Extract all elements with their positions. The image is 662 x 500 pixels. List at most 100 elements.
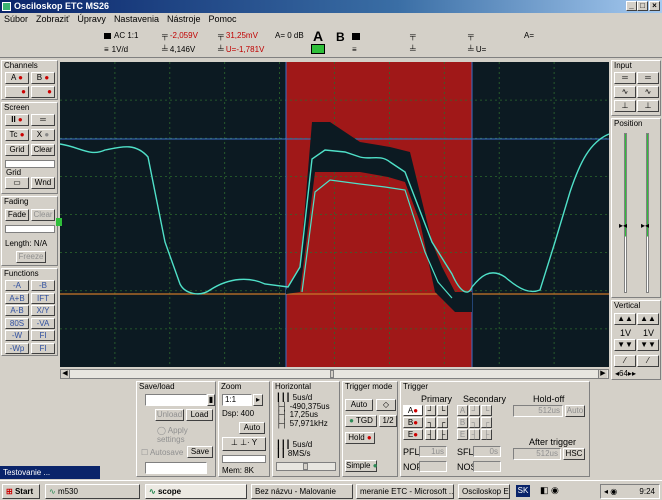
horizontal-scroll[interactable] [276, 462, 336, 471]
trigger-b-button[interactable]: B● [403, 417, 423, 428]
save-name-field[interactable] [145, 462, 207, 474]
lines-button[interactable]: ═ [31, 114, 55, 126]
secondary-b[interactable]: B [457, 417, 468, 428]
channel-a-button[interactable]: A ● [5, 72, 29, 84]
simple-button[interactable]: Simple ● [345, 460, 378, 472]
holdoff-auto-button[interactable]: Auto [565, 405, 585, 417]
function-button[interactable]: 80S [5, 317, 29, 329]
menu-upravy[interactable]: Úpravy [73, 13, 110, 25]
scroll-thumb[interactable] [330, 370, 334, 378]
function-button[interactable]: -Wp [5, 342, 29, 354]
channel-a-led[interactable]: ● [5, 86, 29, 98]
grid-button[interactable]: Grid [5, 144, 29, 156]
ground-marker[interactable] [56, 218, 62, 226]
position-slider-b[interactable] [646, 133, 649, 293]
secondary-fall[interactable]: └ [481, 405, 492, 416]
function-button[interactable]: IFT [31, 292, 55, 304]
vertical-nav[interactable]: ◂64▸▸ [615, 369, 636, 378]
start-button[interactable]: ⊞ Start [2, 484, 40, 499]
oscilloscope-screen[interactable] [59, 62, 610, 367]
save-file-field[interactable] [145, 394, 207, 406]
channel-b-indicator[interactable] [352, 33, 360, 40]
taskbar-item-m530[interactable]: ∿ m530 [45, 484, 140, 499]
input-dc-b[interactable]: ═ [637, 72, 659, 84]
menu-subor[interactable]: Súbor [0, 13, 32, 25]
vertical-up-b[interactable]: ▲▲ [637, 313, 659, 325]
function-button[interactable]: -W [5, 330, 29, 341]
secondary-rise[interactable]: ┘ [469, 405, 480, 416]
input-ac-b[interactable]: ∿ [637, 86, 659, 98]
channel-b-button[interactable]: B ● [31, 72, 55, 84]
primary-up[interactable]: ┐ [425, 417, 436, 428]
menu-nastroje[interactable]: Nástroje [163, 13, 205, 25]
clear-button[interactable]: Clear [31, 144, 55, 156]
primary-out[interactable]: ├ [437, 429, 448, 440]
nos-field[interactable] [473, 461, 501, 472]
position-thumb-b[interactable]: ▸◂ [641, 221, 649, 230]
taskbar-item-word[interactable]: meranie ETC - Microsoft ... [356, 484, 454, 499]
tc-button[interactable]: Tc ● [5, 129, 29, 141]
function-button[interactable]: A-B [5, 305, 29, 316]
autosave-checkbox[interactable]: ☐ Autosave [141, 448, 183, 457]
trigger-a-button[interactable]: A● [403, 405, 423, 416]
zoom-ratio-spinner[interactable]: ▸ [253, 394, 263, 406]
fade-clear-button[interactable]: Clear [31, 209, 55, 221]
save-button[interactable]: Save [187, 446, 213, 458]
apply-settings-checkbox[interactable]: ◯ Apply settings [157, 426, 215, 444]
vertical-zoom-b[interactable]: ⁄ [637, 355, 659, 367]
hold-button[interactable]: Hold ● [345, 432, 375, 444]
grid-slider[interactable] [5, 160, 55, 168]
vertical-zoom-a[interactable]: ⁄ [614, 355, 636, 367]
x-button[interactable]: X ● [31, 129, 55, 141]
scroll-right-arrow[interactable]: ▶ [598, 370, 607, 378]
quicklaunch-icons[interactable]: ◧ ◉ [540, 485, 559, 496]
taskbar-item-scope[interactable]: ∿ scope [145, 484, 247, 499]
after-trigger-field[interactable]: 512us [513, 448, 561, 460]
menu-nastavenia[interactable]: Nastavenia [110, 13, 163, 25]
function-button[interactable]: -A [5, 280, 29, 291]
input-gnd-b[interactable]: ⊥ [637, 100, 659, 112]
channel-a-indicator[interactable] [311, 44, 325, 54]
half-button[interactable]: 1/2 [379, 415, 397, 427]
sfl-field[interactable]: 0s [473, 446, 501, 457]
close-button[interactable]: × [649, 1, 660, 11]
scroll-left-arrow[interactable]: ◀ [61, 370, 70, 378]
input-gnd-a[interactable]: ⊥ [614, 100, 636, 112]
taskbar-item-oscilloscope[interactable]: Osciloskop ETC M... [458, 484, 510, 499]
fade-slider[interactable] [5, 225, 55, 233]
pfl-field[interactable]: 1us [419, 446, 447, 457]
function-button[interactable]: -VA [31, 317, 55, 329]
tgd-button[interactable]: ● TGD [345, 415, 377, 427]
load-button[interactable]: Load [186, 409, 213, 421]
vertical-down-b[interactable]: ▼▼ [637, 339, 659, 351]
trigger-e-button[interactable]: E● [403, 429, 423, 440]
primary-rise[interactable]: ┘ [425, 405, 436, 416]
zoom-slider[interactable] [222, 455, 266, 463]
grid-wnd-button[interactable]: ▭ [5, 177, 29, 189]
clock[interactable]: 9:24 [639, 487, 655, 496]
menu-pomoc[interactable]: Pomoc [204, 13, 240, 25]
zoom-cursor-buttons[interactable]: ⊥ ⊥· Y [222, 437, 266, 451]
function-button[interactable]: A+B [5, 292, 29, 304]
primary-fall[interactable]: └ [437, 405, 448, 416]
zoom-ratio-field[interactable]: 1:1 [222, 394, 252, 406]
wnd-button[interactable]: Wnd [31, 177, 55, 189]
nop-field[interactable] [419, 461, 447, 472]
maximize-button[interactable]: □ [637, 1, 648, 11]
secondary-down[interactable]: ┌ [481, 417, 492, 428]
vertical-up-a[interactable]: ▲▲ [614, 313, 636, 325]
function-button[interactable]: FI [31, 330, 55, 341]
secondary-a[interactable]: A [457, 405, 468, 416]
secondary-in[interactable]: ┤ [469, 429, 480, 440]
secondary-out[interactable]: ├ [481, 429, 492, 440]
function-button[interactable]: X/Y [31, 305, 55, 316]
freeze-button[interactable]: Freeze [16, 251, 46, 263]
input-ac-a[interactable]: ∿ [614, 86, 636, 98]
function-button[interactable]: -B [31, 280, 55, 291]
save-file-browse[interactable]: ▮ [207, 394, 215, 406]
taskbar-item-paint[interactable]: Bez názvu - Malovanie [251, 484, 353, 499]
trigger-edge-button[interactable]: ◇ [376, 399, 396, 411]
vertical-down-a[interactable]: ▼▼ [614, 339, 636, 351]
primary-in[interactable]: ┤ [425, 429, 436, 440]
tray-icons[interactable]: ◂ ◉ [601, 485, 617, 498]
